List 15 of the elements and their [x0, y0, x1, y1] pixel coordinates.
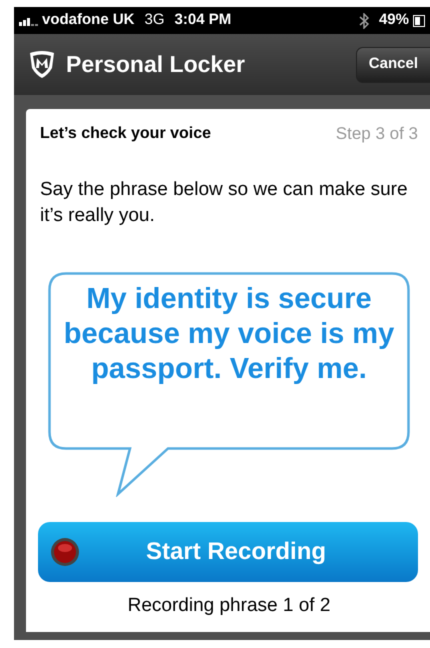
signal-icon: [19, 16, 41, 26]
network-type: 3G: [144, 10, 165, 30]
battery-percent: 49%: [378, 10, 409, 30]
step-indicator: Step 3 of 3: [336, 123, 418, 145]
bluetooth-icon: [358, 12, 369, 28]
carrier-name: vodafone UK: [42, 10, 135, 30]
passphrase: My identity is secure because my voice is my passport. Verify me.: [62, 282, 396, 386]
record-icon: [50, 536, 80, 566]
instruction-text: Say the phrase below so we can make sure it’s really you.: [40, 178, 409, 228]
clock: 3:04 PM: [174, 10, 232, 30]
shield-icon: [28, 50, 56, 80]
app-title: Personal Locker: [66, 50, 245, 80]
battery-icon: [413, 14, 425, 26]
card-heading: Let’s check your voice: [40, 124, 212, 144]
cancel-button[interactable]: Cancel: [356, 46, 430, 82]
